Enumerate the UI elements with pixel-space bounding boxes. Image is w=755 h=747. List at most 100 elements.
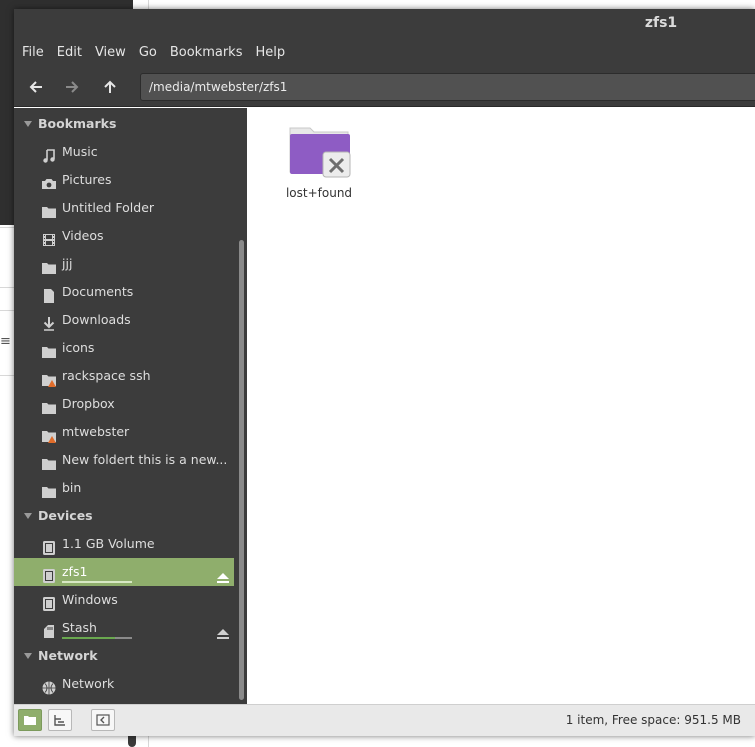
menu-help[interactable]: Help	[250, 42, 290, 64]
music-icon	[41, 145, 57, 163]
film-icon	[41, 229, 57, 246]
folder-warning-icon	[41, 369, 57, 387]
sidebar-device-zfs1[interactable]: zfs1	[14, 558, 234, 586]
collapse-triangle-icon	[24, 653, 32, 659]
sidebar-item-bin[interactable]: bin	[14, 474, 234, 502]
menu-file[interactable]: File	[17, 42, 49, 64]
download-icon	[41, 313, 57, 331]
sidebar-item-label: Downloads	[62, 312, 131, 327]
up-button[interactable]	[95, 74, 125, 100]
sidebar-device-stash[interactable]: Stash	[14, 614, 234, 642]
sidebar-item-label: mtwebster	[62, 424, 130, 439]
sidebar-item-label: New foldert this is a new...	[62, 452, 228, 467]
sidebar-item-label: bin	[62, 480, 82, 495]
folder-locked-icon	[289, 127, 351, 178]
folder-icon	[41, 453, 57, 470]
folder-warning-icon	[41, 425, 57, 443]
section-label: Bookmarks	[38, 116, 117, 131]
drive-icon	[41, 565, 57, 583]
eject-icon[interactable]	[216, 566, 230, 583]
menu-view[interactable]: View	[90, 42, 131, 64]
camera-icon	[41, 173, 57, 189]
sidebar-toggle-icon	[96, 714, 110, 726]
sidebar-device-1-1-gb-volume[interactable]: 1.1 GB Volume	[14, 530, 234, 558]
sidebar-item-dropbox[interactable]: Dropbox	[14, 390, 234, 418]
section-label: Devices	[38, 508, 93, 523]
network-section-header[interactable]: Network	[14, 642, 234, 670]
disk-usage-bar	[62, 581, 132, 583]
sidebar-item-label: rackspace ssh	[62, 368, 151, 383]
folder-icon	[41, 201, 57, 218]
menu-bar: File Edit View Go Bookmarks Help	[14, 39, 755, 67]
sidebar-item-label: Windows	[62, 592, 118, 607]
sidebar-item-icons[interactable]: icons	[14, 334, 234, 362]
sidebar-item-label: Untitled Folder	[62, 200, 155, 215]
disk-usage-bar	[62, 637, 132, 639]
status-text: 1 item, Free space: 951.5 MB	[565, 713, 741, 727]
sidebar-item-untitled-folder[interactable]: Untitled Folder	[14, 194, 234, 222]
folder-icon	[41, 397, 57, 414]
sidebar-item-new-foldert-this-is-a-new[interactable]: New foldert this is a new...	[14, 446, 234, 474]
sidebar-item-label: Dropbox	[62, 396, 115, 411]
sidebar-item-label: Music	[62, 144, 98, 159]
document-icon	[41, 285, 57, 303]
sidebar-item-label: icons	[62, 340, 95, 355]
sidebar-item-mtwebster[interactable]: mtwebster	[14, 418, 234, 446]
sidebar-item-label: jjj	[62, 256, 73, 271]
arrow-left-icon	[29, 81, 42, 93]
section-label: Network	[38, 648, 98, 663]
folder-icon	[41, 481, 57, 498]
file-name: lost+found	[285, 186, 353, 200]
tree-icon	[54, 715, 65, 726]
sidebar-item-videos[interactable]: Videos	[14, 222, 234, 250]
file-item[interactable]: lost+found	[277, 122, 361, 200]
window-title: zfs1	[644, 15, 678, 31]
folder-icon	[24, 716, 36, 725]
status-bar: 1 item, Free space: 951.5 MB	[14, 704, 755, 736]
sidebar-item-label: zfs1	[62, 564, 88, 579]
devices-section-header[interactable]: Devices	[14, 502, 234, 530]
bookmarks-section-header[interactable]: Bookmarks	[14, 110, 234, 138]
menu-edit[interactable]: Edit	[52, 42, 87, 64]
folder-icon	[41, 341, 57, 358]
title-bar[interactable]: zfs1	[14, 9, 755, 39]
hide-sidebar-button[interactable]	[91, 709, 115, 731]
sidebar-item-label: 1.1 GB Volume	[62, 536, 155, 551]
eject-icon[interactable]	[216, 622, 230, 639]
file-view[interactable]: lost+found	[247, 108, 755, 704]
network-icon	[41, 677, 57, 695]
folder-icon	[41, 257, 57, 274]
sidebar-item-label: Documents	[62, 284, 134, 299]
forward-button[interactable]	[57, 74, 87, 100]
sidebar-item-label: Stash	[62, 620, 97, 635]
sidebar-device-windows[interactable]: Windows	[14, 586, 234, 614]
drive-icon	[41, 537, 57, 555]
sidebar-item-jjj[interactable]: jjj	[14, 250, 234, 278]
sdcard-icon	[41, 621, 57, 638]
sidebar-item-rackspace-ssh[interactable]: rackspace ssh	[14, 362, 234, 390]
sidebar-scrollbar-thumb[interactable]	[239, 240, 244, 700]
sidebar-item-documents[interactable]: Documents	[14, 278, 234, 306]
toolbar: /media/mtwebster/zfs1	[14, 67, 755, 107]
sidebar-item-downloads[interactable]: Downloads	[14, 306, 234, 334]
menu-bookmarks[interactable]: Bookmarks	[165, 42, 248, 64]
sidebar-network-network[interactable]: Network	[14, 670, 234, 698]
file-manager-window: zfs1 File Edit View Go Bookmarks Help /m…	[14, 9, 755, 736]
sidebar: Bookmarks Music Pictures Untitled Folder Vi…	[14, 108, 247, 704]
collapse-triangle-icon	[24, 513, 32, 519]
tree-view-button[interactable]	[48, 709, 72, 731]
sidebar-item-label: Videos	[62, 228, 104, 243]
sidebar-item-music[interactable]: Music	[14, 138, 234, 166]
sidebar-item-pictures[interactable]: Pictures	[14, 166, 234, 194]
collapse-triangle-icon	[24, 121, 32, 127]
back-button[interactable]	[21, 74, 51, 100]
location-bar[interactable]: /media/mtwebster/zfs1	[140, 73, 755, 101]
menu-go[interactable]: Go	[134, 42, 162, 64]
arrow-right-icon	[66, 81, 79, 93]
sidebar-item-label: Pictures	[62, 172, 112, 187]
drive-icon	[41, 593, 57, 611]
places-view-button[interactable]	[18, 709, 42, 731]
sidebar-item-label: Network	[62, 676, 115, 691]
list-icon: ≡	[0, 334, 11, 349]
arrow-up-icon	[104, 80, 116, 93]
